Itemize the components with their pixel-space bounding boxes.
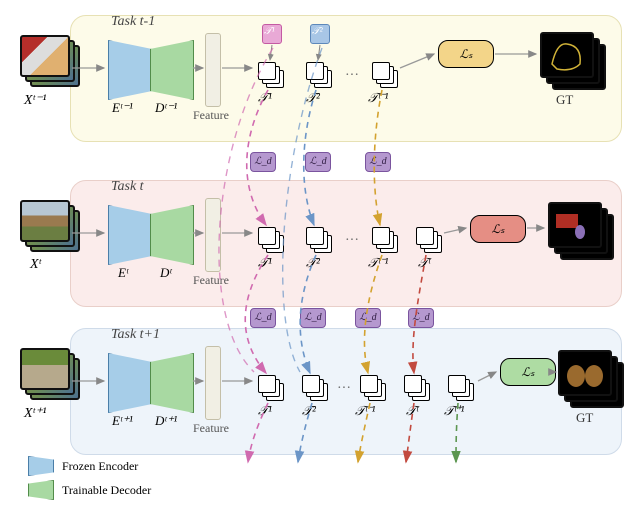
- token-group-tm1-ttm1: [372, 62, 400, 90]
- task-label-tp1: Task t+1: [111, 327, 160, 343]
- ld-1b: ℒ_d: [305, 152, 331, 172]
- token-label-t-t1: 𝒯¹: [258, 255, 272, 271]
- gt-label-tm1: GT: [556, 92, 573, 108]
- decoder-t: [150, 205, 194, 265]
- encoder-label-tp1: Eᵗ⁺¹: [112, 413, 133, 429]
- dots-row3: ···: [337, 381, 351, 397]
- input-images-tm1: [20, 35, 75, 90]
- input-images-t: [20, 200, 75, 255]
- token-label-t-t2: 𝒯²: [306, 255, 320, 271]
- input-symbol-tp1: Xᵗ⁺¹: [24, 405, 47, 422]
- feature-block-tp1: [205, 346, 221, 420]
- token-label-t-tt: 𝒯ᵗ: [418, 255, 430, 271]
- token-group-t-t1: [258, 227, 286, 255]
- loss-s-t: ℒₛ: [470, 215, 526, 243]
- token-group-t-t2: [306, 227, 334, 255]
- ld-2a: ℒ_d: [250, 308, 276, 328]
- dots-row2: ···: [345, 233, 359, 249]
- token-group-tp1-ttm1: [360, 375, 388, 403]
- task-label-tm1: Task t-1: [111, 14, 155, 30]
- encoder-tp1: [108, 353, 152, 413]
- token-label-tp1-ttm1: 𝒯ᵗ⁻¹: [355, 403, 375, 419]
- legend-trainable-label: Trainable Decoder: [62, 483, 151, 498]
- encoder-tm1: [108, 40, 152, 100]
- feature-block-t: [205, 198, 221, 272]
- token-group-tm1-t1: [258, 62, 286, 90]
- task-label-t: Task t: [111, 179, 144, 195]
- input-symbol-t: Xᵗ: [30, 257, 41, 273]
- dots-row1: ···: [345, 68, 359, 84]
- feature-label-tm1: Feature: [193, 108, 229, 123]
- token-label-tp1-tt: 𝒯ᵗ: [406, 403, 418, 419]
- gt-label-tp1: GT: [576, 410, 593, 426]
- legend-decoder-icon: [28, 480, 54, 500]
- token-group-tp1-t2: [302, 375, 330, 403]
- encoder-label-tm1: Eᵗ⁻¹: [112, 100, 133, 116]
- token-group-t-ttm1: [372, 227, 400, 255]
- top-token-t1-label: 𝒯¹: [264, 26, 275, 37]
- ld-1a: ℒ_d: [250, 152, 276, 172]
- token-label-tm1-t2: 𝒯²: [306, 90, 320, 106]
- token-label-t-ttm1: 𝒯ᵗ⁻¹: [368, 255, 388, 271]
- feature-label-tp1: Feature: [193, 421, 229, 436]
- ld-1c: ℒ_d: [365, 152, 391, 172]
- token-label-tp1-ttp1: 𝒯ᵗ⁺¹: [444, 403, 464, 419]
- token-label-tp1-t2: 𝒯²: [302, 403, 316, 419]
- decoder-tp1: [150, 353, 194, 413]
- ld-2d: ℒ_d: [408, 308, 434, 328]
- token-group-tp1-tt: [404, 375, 432, 403]
- token-group-tp1-ttp1: [448, 375, 476, 403]
- ld-2c: ℒ_d: [355, 308, 381, 328]
- loss-s-tp1: ℒₛ: [500, 358, 556, 386]
- decoder-label-tp1: Dᵗ⁺¹: [155, 413, 177, 429]
- decoder-tm1: [150, 40, 194, 100]
- token-group-t-tt: [416, 227, 444, 255]
- feature-label-t: Feature: [193, 273, 229, 288]
- token-label-tp1-t1: 𝒯¹: [258, 403, 272, 419]
- legend-frozen-label: Frozen Encoder: [62, 459, 138, 474]
- input-symbol-tm1: Xᵗ⁻¹: [24, 92, 47, 109]
- token-label-tm1-ttm1: 𝒯ᵗ⁻¹: [368, 90, 388, 106]
- ld-2b: ℒ_d: [300, 308, 326, 328]
- token-group-tm1-t2: [306, 62, 334, 90]
- encoder-label-t: Eᵗ: [118, 265, 128, 281]
- input-images-tp1: [20, 348, 75, 403]
- legend-encoder-icon: [28, 456, 54, 476]
- decoder-label-t: Dᵗ: [160, 265, 172, 281]
- feature-block-tm1: [205, 33, 221, 107]
- top-token-t2-label: 𝒯²: [312, 26, 323, 37]
- loss-s-tm1: ℒₛ: [438, 40, 494, 68]
- legend: Frozen Encoder Trainable Decoder: [28, 452, 151, 500]
- encoder-t: [108, 205, 152, 265]
- token-label-tm1-t1: 𝒯¹: [258, 90, 272, 106]
- token-group-tp1-t1: [258, 375, 286, 403]
- decoder-label-tm1: Dᵗ⁻¹: [155, 100, 177, 116]
